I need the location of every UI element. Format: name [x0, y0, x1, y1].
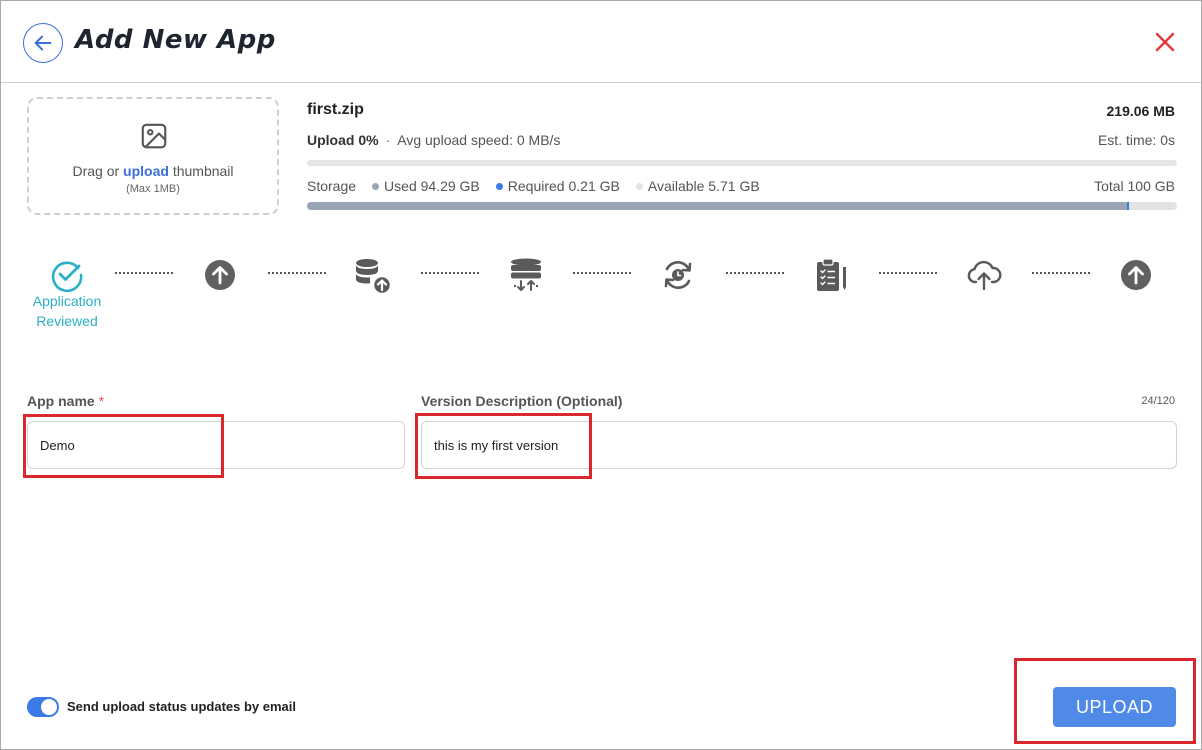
- step-3: [353, 255, 393, 295]
- step-connector: [1032, 272, 1090, 274]
- step-connector: [115, 272, 173, 274]
- step-connector: [573, 272, 631, 274]
- thumbnail-max-size: (Max 1MB): [126, 183, 180, 195]
- step-8: [1116, 255, 1156, 295]
- database-transfer-icon: [511, 258, 541, 291]
- used-dot: [372, 182, 380, 190]
- thumbnail-text-suffix: thumbnail: [172, 163, 234, 179]
- step-connector: [268, 272, 326, 274]
- app-name-label-text: App name: [27, 393, 95, 409]
- file-size: 219.06 MB: [1106, 103, 1175, 119]
- close-button[interactable]: [1151, 28, 1179, 56]
- storage-label: Storage: [307, 178, 357, 194]
- upload-link[interactable]: upload: [123, 163, 169, 179]
- back-button[interactable]: [23, 23, 63, 63]
- thumbnail-dropzone[interactable]: Drag or upload thumbnail (Max 1MB): [27, 97, 279, 215]
- cloud-upload-icon: [967, 260, 1002, 291]
- thumbnail-instructions: Drag or upload thumbnail: [29, 163, 277, 179]
- app-name-input[interactable]: [27, 421, 405, 469]
- version-description-label: Version Description (Optional): [421, 393, 623, 409]
- required-dot: [495, 182, 503, 190]
- app-name-label: App name *: [27, 393, 104, 409]
- required-marker: *: [98, 393, 105, 409]
- storage-available: Available 5.71 GB: [635, 178, 760, 194]
- step-connector: [726, 272, 784, 274]
- email-updates-label: Send upload status updates by email: [67, 699, 296, 714]
- email-updates-toggle[interactable]: [27, 697, 59, 717]
- available-dot: [635, 182, 643, 190]
- step-label-application-reviewed: Application Reviewed: [32, 293, 102, 329]
- dialog-title: Add New App: [75, 25, 276, 55]
- upload-button[interactable]: UPLOAD: [1053, 687, 1176, 727]
- arrow-up-circle-icon: [1121, 260, 1151, 290]
- image-icon: [141, 123, 167, 149]
- upload-status: Upload 0% · Avg upload speed: 0 MB/s: [307, 132, 560, 148]
- upload-progress-bar: [307, 160, 1177, 166]
- storage-required: Required 0.21 GB: [495, 178, 620, 194]
- estimated-time: Est. time: 0s: [1097, 132, 1175, 148]
- storage-legend: Storage Used 94.29 GB Required 0.21 GB A…: [307, 178, 776, 194]
- storage-bar-used: [307, 202, 1128, 210]
- step-6: [811, 255, 851, 295]
- upload-speed: Avg upload speed: 0 MB/s: [397, 132, 561, 148]
- database-upload-icon: [356, 259, 392, 295]
- storage-total: Total 100 GB: [1094, 178, 1175, 194]
- arrow-up-circle-icon: [205, 260, 235, 290]
- char-counter: 24/120: [1141, 395, 1175, 407]
- clipboard-list-icon: [817, 258, 846, 291]
- thumbnail-text-prefix: Drag or: [72, 163, 120, 179]
- storage-bar: [307, 202, 1177, 210]
- separator-dot: ·: [385, 132, 391, 148]
- close-icon: [1155, 32, 1175, 52]
- storage-used: Used 94.29 GB: [372, 178, 480, 194]
- step-4: [506, 255, 546, 295]
- dialog-header: Add New App: [1, 1, 1201, 83]
- step-connector: [879, 272, 937, 274]
- step-5: [658, 255, 698, 295]
- storage-bar-required: [1127, 202, 1130, 210]
- arrow-left-icon: [34, 35, 52, 51]
- step-application-reviewed: [47, 255, 87, 295]
- check-circle-icon: [51, 261, 83, 293]
- upload-progress-label: Upload 0%: [307, 132, 379, 148]
- storage-used-text: Used 94.29 GB: [384, 178, 480, 194]
- add-app-dialog: Add New App Drag or upload thumbnail (Ma…: [0, 0, 1202, 750]
- sync-clock-icon: [664, 260, 692, 290]
- version-description-input[interactable]: [421, 421, 1177, 469]
- step-connector: [421, 272, 479, 274]
- step-7: [964, 255, 1004, 295]
- step-2: [200, 255, 240, 295]
- toggle-knob: [41, 699, 57, 715]
- storage-required-text: Required 0.21 GB: [507, 178, 620, 194]
- file-name: first.zip: [307, 101, 364, 118]
- storage-available-text: Available 5.71 GB: [647, 178, 760, 194]
